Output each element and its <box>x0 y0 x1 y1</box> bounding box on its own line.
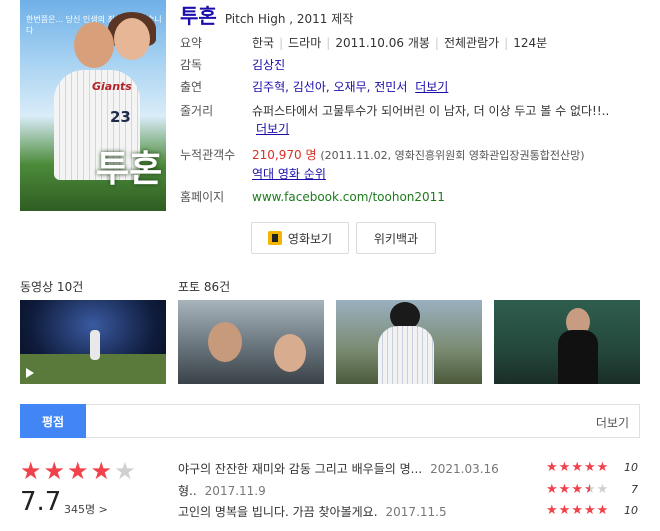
watch-movie-label: 영화보기 <box>287 231 333 246</box>
info-row-homepage: 홈페이지 www.facebook.com/toohon2011 <box>180 188 620 206</box>
video-thumbnail[interactable] <box>20 300 166 384</box>
tab-ratings[interactable]: 평점 <box>20 404 86 438</box>
info-label: 요약 <box>180 36 203 50</box>
summary-rating: 전체관람가 <box>443 36 500 50</box>
ratings-tabbar: 평점 더보기 <box>20 404 640 438</box>
photos-label[interactable]: 포토 86건 <box>178 278 230 295</box>
movie-title[interactable]: 투혼 <box>180 0 217 29</box>
star-filled-icon: ★ <box>20 457 42 485</box>
info-label: 감독 <box>180 58 203 72</box>
review-score: 10 <box>624 461 638 474</box>
info-label: 홈페이지 <box>180 190 225 204</box>
photo-thumbnail[interactable] <box>336 300 482 384</box>
info-label: 누적관객수 <box>180 148 236 162</box>
poster-team-logo: Giants <box>92 80 132 93</box>
rating-count-link[interactable]: 345명 > <box>64 501 108 517</box>
summary-genre: 드라마 <box>288 36 322 50</box>
star-filled-icon: ★ <box>571 503 583 518</box>
star-filled-icon: ★ <box>583 503 596 518</box>
summary-runtime: 124분 <box>513 36 548 50</box>
review-score: 7 <box>631 483 638 496</box>
poster-title: 투혼 <box>96 148 163 190</box>
star-filled-icon: ★ <box>596 503 609 518</box>
star-filled-icon: ★ <box>558 482 571 497</box>
rating-score: 7.7 <box>20 487 62 517</box>
poster-jersey-number: 23 <box>110 108 131 126</box>
wikipedia-button[interactable]: 위키백과 <box>356 222 436 254</box>
title-row: 투혼 Pitch High , 2011 제작 <box>180 0 354 28</box>
info-row-plot: 줄거리 슈퍼스타에서 고물투수가 되어버린 이 남자, 더 이상 두고 볼 수 … <box>180 102 620 138</box>
info-row-audience: 누적관객수 210,970 명 (2011.11.02, 영화진흥위원회 영화관… <box>180 146 620 183</box>
director-link[interactable]: 김상진 <box>252 56 620 74</box>
summary-release: 2011.10.06 개봉 <box>335 36 430 50</box>
review-score: 10 <box>624 504 638 517</box>
review-date: 2021.03.16 <box>430 462 499 476</box>
audience-rank-link[interactable]: 역대 영화 순위 <box>252 167 326 181</box>
rating-stars: ★ ★ ★ ★ ★ <box>20 458 136 484</box>
plot-text: 슈퍼스타에서 고물투수가 되어버린 이 남자, 더 이상 두고 볼 수 없다!!… <box>252 104 610 118</box>
play-icon <box>267 231 282 245</box>
review-text: 야구의 잔잔한 재미와 감동 그리고 배우들의 명... <box>178 462 423 476</box>
info-label: 줄거리 <box>180 104 214 118</box>
review-stars: ★ ★ ★ ★ ★ <box>546 461 608 475</box>
info-summary: 한국 | 드라마 | 2011.10.06 개봉 | 전체관람가 | 124분 <box>252 36 548 50</box>
info-row-cast: 출연 김주혁, 김선아, 오재무, 전민서 더보기 <box>180 78 620 96</box>
audience-source: (2011.11.02, 영화진흥위원회 영화관입장권통합전산망) <box>320 149 585 162</box>
review-date: 2017.11.5 <box>385 505 447 519</box>
star-filled-icon: ★ <box>546 482 558 497</box>
photo-thumbnail[interactable] <box>494 300 640 384</box>
info-row-summary: 요약 한국 | 드라마 | 2011.10.06 개봉 | 전체관람가 | 124분 <box>180 34 620 52</box>
review-item[interactable]: 고인의 명복을 빕니다. 가끔 찾아볼게요. 2017.11.5 <box>178 503 447 520</box>
star-filled-icon: ★ <box>43 457 66 485</box>
star-filled-icon: ★ <box>583 460 596 475</box>
audience-count: 210,970 명 <box>252 148 317 162</box>
cast-more-link[interactable]: 더보기 <box>415 80 448 94</box>
movie-poster[interactable]: 한번쯤은... 당신 인생의 최고이고 싶습니다 Giants 23 투혼 <box>20 0 166 211</box>
review-stars: ★ ★ ★ ★ ★ <box>546 483 608 497</box>
movie-subtitle: Pitch High , 2011 제작 <box>224 12 354 26</box>
poster-figure-actor <box>74 22 114 68</box>
photo-figure <box>274 334 306 372</box>
star-empty-icon: ★ <box>596 482 609 497</box>
videos-label[interactable]: 동영상 10건 <box>20 278 83 295</box>
cast-links[interactable]: 김주혁, 김선아, 오재무, 전민서 <box>252 80 407 94</box>
wikipedia-label: 위키백과 <box>373 231 419 246</box>
star-filled-icon: ★ <box>90 457 113 485</box>
review-text: 형.. <box>178 484 197 498</box>
photo-figure <box>208 322 242 362</box>
star-empty-icon: ★ <box>114 457 136 485</box>
star-filled-icon: ★ <box>596 460 609 475</box>
photo-figure <box>558 330 598 384</box>
homepage-link[interactable]: www.facebook.com/toohon2011 <box>252 188 620 206</box>
review-item[interactable]: 야구의 잔잔한 재미와 감동 그리고 배우들의 명... 2021.03.16 <box>178 460 499 477</box>
play-icon <box>26 368 34 378</box>
star-filled-icon: ★ <box>558 460 571 475</box>
review-date: 2017.11.9 <box>204 484 266 498</box>
star-half-icon: ★ <box>583 482 596 497</box>
info-label: 출연 <box>180 80 203 94</box>
star-filled-icon: ★ <box>546 503 558 518</box>
poster-figure-actress <box>114 18 150 60</box>
ratings-more-link[interactable]: 더보기 <box>596 414 629 431</box>
video-player-figure <box>90 330 100 360</box>
photo-thumbnail[interactable] <box>178 300 324 384</box>
review-text: 고인의 명복을 빕니다. 가끔 찾아볼게요. <box>178 505 378 519</box>
star-filled-icon: ★ <box>67 457 89 485</box>
star-filled-icon: ★ <box>546 460 558 475</box>
star-filled-icon: ★ <box>571 482 583 497</box>
photo-figure <box>378 326 434 384</box>
star-filled-icon: ★ <box>558 503 571 518</box>
review-stars: ★ ★ ★ ★ ★ <box>546 504 608 518</box>
review-item[interactable]: 형.. 2017.11.9 <box>178 482 266 499</box>
star-filled-icon: ★ <box>571 460 583 475</box>
watch-movie-button[interactable]: 영화보기 <box>251 222 349 254</box>
summary-country: 한국 <box>252 36 275 50</box>
plot-more-link[interactable]: 더보기 <box>256 122 289 136</box>
info-row-director: 감독 김상진 <box>180 56 620 74</box>
